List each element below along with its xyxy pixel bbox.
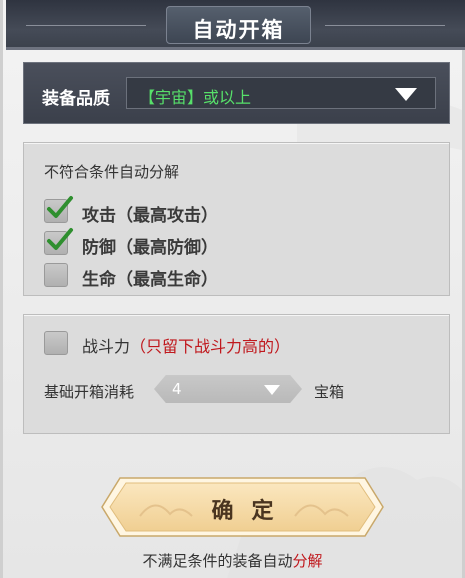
title-bar: 自动开箱 xyxy=(6,0,465,50)
dropdown-arrow-icon xyxy=(264,385,280,395)
power-label-row: 战斗力（只留下战斗力高的） xyxy=(82,333,290,357)
cost-value: 4 xyxy=(172,380,182,398)
dialog-title: 自动开箱 xyxy=(192,18,285,42)
attack-label: 攻击（最高攻击） xyxy=(82,206,218,226)
health-checkbox[interactable] xyxy=(44,263,68,287)
health-label: 生命（最高生命） xyxy=(82,270,218,290)
footer-highlight: 分解 xyxy=(292,552,323,570)
power-panel: 战斗力（只留下战斗力高的） 基础开箱消耗 4 宝箱 xyxy=(23,314,450,434)
quality-label: 装备品质 xyxy=(42,89,110,109)
title-decoration-left xyxy=(26,25,146,26)
attack-checkbox[interactable] xyxy=(44,196,73,223)
decompose-panel: 不符合条件自动分解 攻击（最高攻击） 防御（最高防御） 生命（最高生命） xyxy=(23,142,450,296)
quality-selected-value: 【宇宙】或以上 xyxy=(139,88,252,107)
cost-dropdown[interactable]: 4 xyxy=(154,375,302,403)
defense-checkbox[interactable] xyxy=(44,228,73,255)
title-plate: 自动开箱 xyxy=(166,6,311,44)
chest-label: 宝箱 xyxy=(314,383,345,401)
decompose-title: 不符合条件自动分解 xyxy=(44,163,180,181)
power-note: （只留下战斗力高的） xyxy=(130,337,291,356)
power-label: 战斗力 xyxy=(82,337,131,356)
confirm-label: 确定 xyxy=(211,499,292,524)
checkmark-icon xyxy=(47,196,73,218)
confirm-button[interactable]: 确定 xyxy=(100,476,385,538)
defense-label: 防御（最高防御） xyxy=(82,238,218,258)
power-checkbox[interactable] xyxy=(44,331,68,355)
cost-label: 基础开箱消耗 xyxy=(44,383,135,401)
footer-hint: 不满足条件的装备自动分解 xyxy=(3,550,462,571)
auto-open-dialog: 自动开箱 装备品质 【宇宙】或以上 不符合条件自动分解 攻击（最高攻击） 防御（… xyxy=(0,0,465,578)
title-decoration-right xyxy=(325,25,445,26)
quality-row: 装备品质 【宇宙】或以上 xyxy=(23,62,450,124)
dropdown-arrow-icon xyxy=(395,88,417,101)
footer-text: 不满足条件的装备自动 xyxy=(142,552,293,570)
quality-dropdown[interactable]: 【宇宙】或以上 xyxy=(126,77,436,109)
checkmark-icon xyxy=(47,228,73,250)
